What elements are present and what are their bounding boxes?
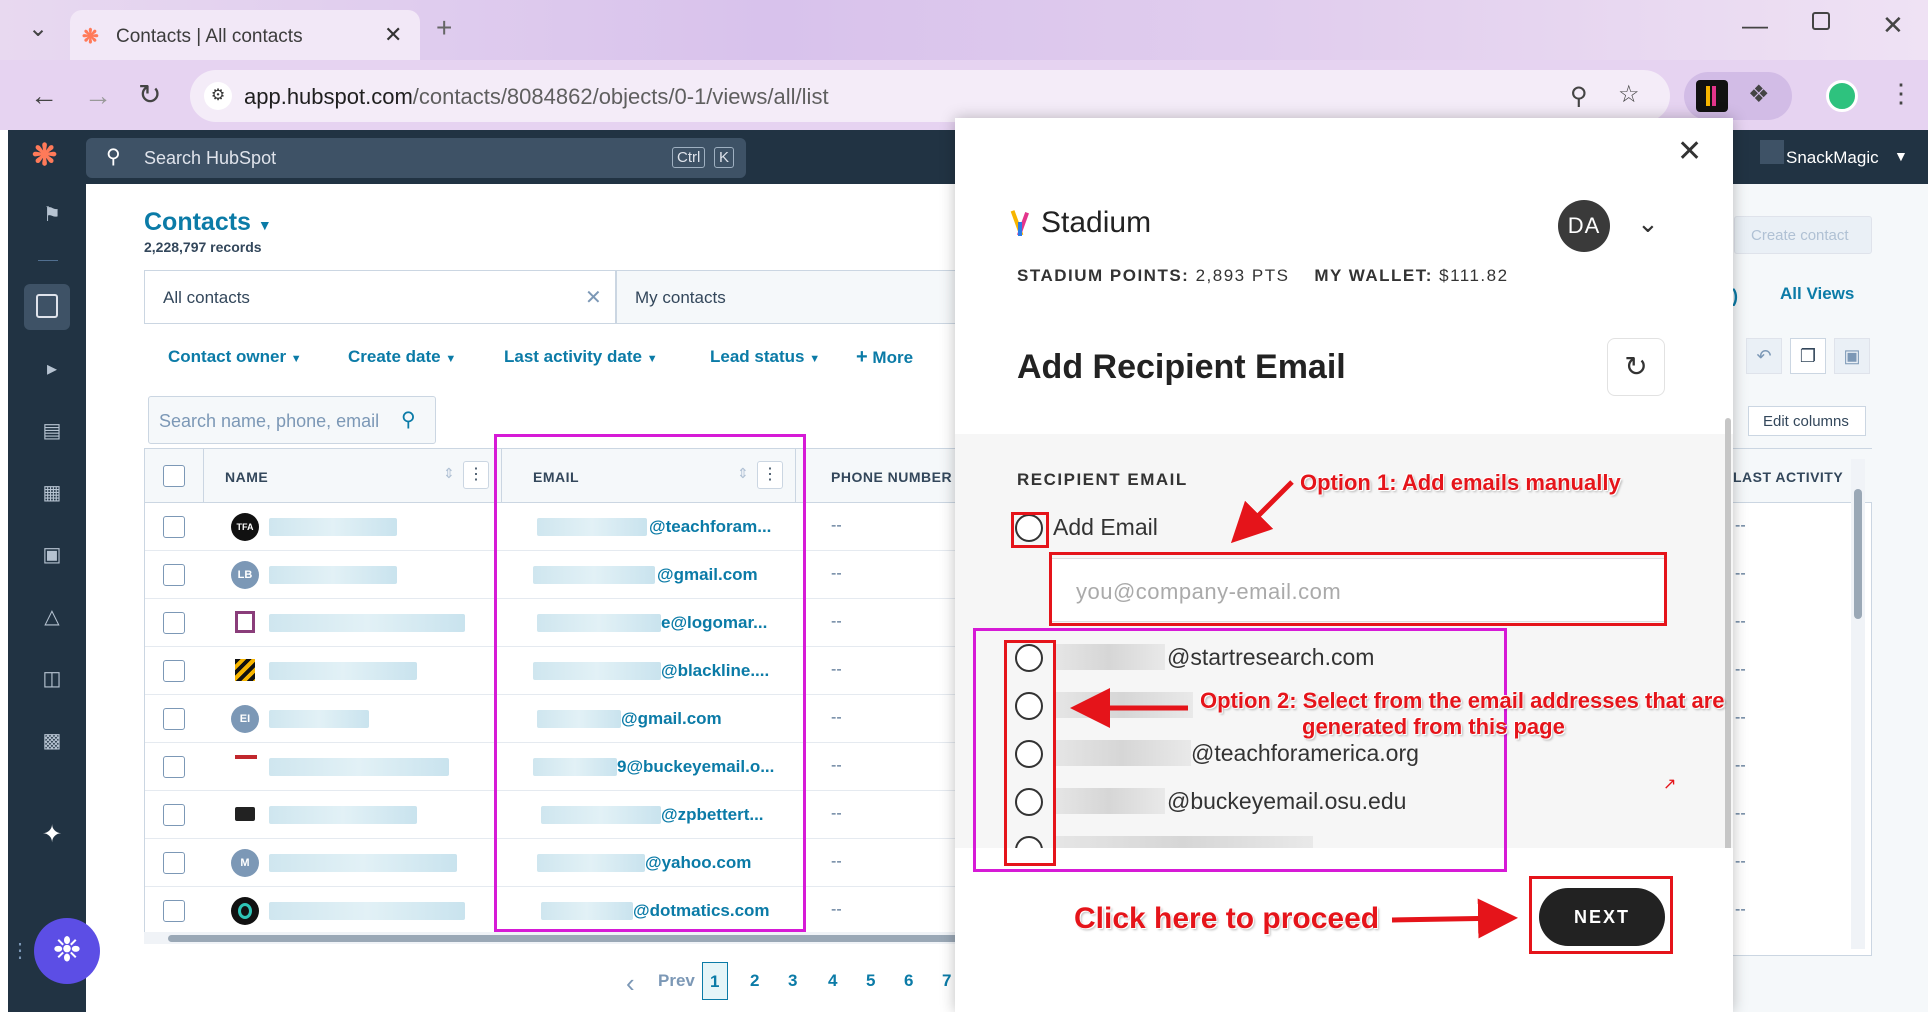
arrow-option-1 [1230,480,1294,544]
annotation-arrows [1070,480,1518,939]
arrow-proceed [1391,898,1518,939]
